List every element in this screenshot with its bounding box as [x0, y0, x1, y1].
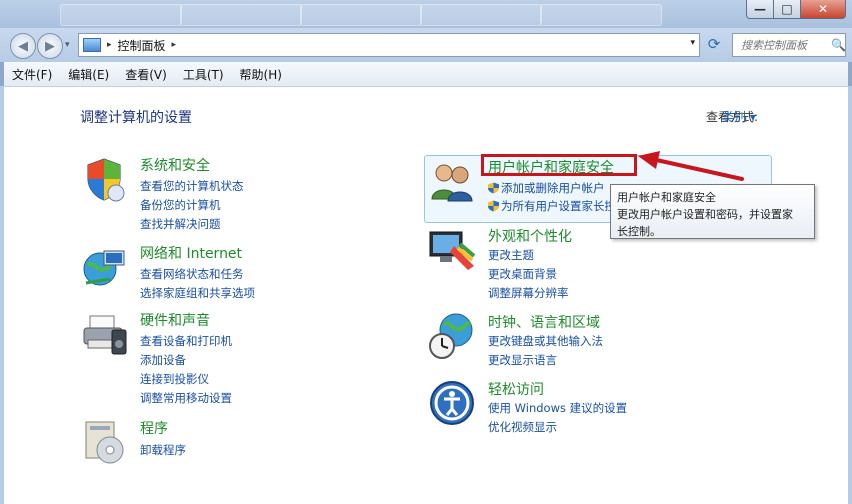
- category-link[interactable]: 更改主题: [488, 247, 534, 263]
- category-link[interactable]: 优化视频显示: [488, 419, 557, 435]
- tooltip-line: 用户帐户和家庭安全: [617, 191, 716, 204]
- category-ease-of-access: 轻松访问 使用 Windows 建议的设置 优化视频显示: [428, 379, 768, 434]
- category-title[interactable]: 轻松访问: [488, 379, 544, 399]
- control-panel-content: 调整计算机的设置 查看方式: 类别 ▾ 系统和安全 查看您的计算机状态 备份您的…: [4, 87, 848, 504]
- uac-shield-icon: [488, 200, 499, 212]
- control-panel-icon: [83, 38, 101, 52]
- address-bar[interactable]: ▸ 控制面板 ▸ ▾: [78, 33, 700, 57]
- category-link[interactable]: 查看设备和打印机: [140, 333, 232, 349]
- category-programs: 程序 卸载程序: [80, 418, 380, 468]
- taskbar-ghost-tab: [420, 4, 542, 26]
- back-button[interactable]: ◀: [10, 33, 36, 59]
- tooltip: 用户帐户和家庭安全 更改用户帐户设置和密码，并设置家 长控制。: [610, 184, 815, 239]
- page-title: 调整计算机的设置: [80, 110, 192, 126]
- users-icon: [431, 164, 473, 202]
- programs-disc-icon: [85, 421, 124, 464]
- category-title[interactable]: 网络和 Internet: [140, 243, 242, 263]
- taskbar-ghost-tab: [60, 4, 182, 26]
- breadcrumb-chevron-icon[interactable]: ▸: [107, 40, 112, 50]
- window-titlebar: — □ ✕: [0, 0, 852, 28]
- recent-pages-dropdown[interactable]: ▾: [65, 40, 70, 50]
- search-input[interactable]: [739, 37, 829, 53]
- category-link[interactable]: 连接到投影仪: [140, 371, 209, 387]
- category-link-text: 为所有用户设置家长控制: [501, 199, 628, 213]
- category-network-internet: 网络和 Internet 查看网络状态和任务 选择家庭组和共享选项: [80, 243, 380, 300]
- printer-icon: [83, 315, 127, 355]
- taskbar-ghost-tab: [180, 4, 302, 26]
- window-frame-right: [848, 86, 852, 504]
- close-button[interactable]: ✕: [801, 0, 846, 19]
- address-dropdown-icon[interactable]: ▾: [690, 38, 695, 48]
- category-link[interactable]: 更改显示语言: [488, 352, 557, 368]
- category-link[interactable]: 更改键盘或其他输入法: [488, 333, 603, 349]
- category-link[interactable]: 调整常用移动设置: [140, 390, 232, 406]
- menu-bar: 文件(F) 编辑(E) 查看(V) 工具(T) 帮助(H): [4, 62, 848, 87]
- annotation-red-arrow: [638, 151, 744, 181]
- category-link[interactable]: 为所有用户设置家长控制: [488, 198, 628, 214]
- view-by-selector[interactable]: 类别 ▾: [722, 108, 756, 125]
- category-title[interactable]: 外观和个性化: [488, 226, 572, 246]
- category-title[interactable]: 系统和安全: [140, 155, 210, 175]
- category-link[interactable]: 使用 Windows 建议的设置: [488, 400, 627, 416]
- category-title[interactable]: 程序: [140, 418, 168, 438]
- category-link[interactable]: 添加或删除用户帐户: [488, 180, 605, 196]
- category-link-text: 添加或删除用户帐户: [501, 181, 605, 195]
- category-hardware-sound: 硬件和声音 查看设备和打印机 添加设备 连接到投影仪 调整常用移动设置: [80, 310, 380, 405]
- shield-icon: [87, 158, 125, 202]
- category-title[interactable]: 硬件和声音: [140, 310, 210, 330]
- category-system-security: 系统和安全 查看您的计算机状态 备份您的计算机 查找并解决问题: [80, 155, 380, 231]
- taskbar-ghost-tab: [300, 4, 422, 26]
- refresh-button[interactable]: ⟳: [701, 33, 727, 55]
- category-link[interactable]: 卸载程序: [140, 442, 186, 458]
- clock-globe-icon: [429, 313, 473, 359]
- breadcrumb-control-panel[interactable]: 控制面板: [118, 37, 166, 54]
- uac-shield-icon: [488, 182, 499, 194]
- category-link[interactable]: 查看您的计算机状态: [140, 178, 244, 194]
- tooltip-line: 更改用户帐户设置和密码，并设置家: [617, 208, 793, 221]
- monitor-palette-icon: [429, 231, 476, 270]
- category-link[interactable]: 查看网络状态和任务: [140, 266, 244, 282]
- window-controls: — □ ✕: [746, 0, 846, 19]
- category-title[interactable]: 时钟、语言和区域: [488, 312, 600, 332]
- search-icon[interactable]: 🔍: [831, 38, 846, 52]
- category-link[interactable]: 调整屏幕分辨率: [488, 285, 569, 301]
- category-link[interactable]: 添加设备: [140, 352, 186, 368]
- search-box[interactable]: 🔍: [732, 33, 846, 57]
- minimize-button[interactable]: —: [746, 0, 774, 19]
- category-clock-language: 时钟、语言和区域 更改键盘或其他输入法 更改显示语言: [428, 312, 768, 367]
- network-globe-icon: [83, 250, 125, 286]
- back-arrow-icon: ◀: [18, 38, 28, 54]
- menu-tools[interactable]: 工具(T): [175, 66, 232, 83]
- menu-edit[interactable]: 编辑(E): [60, 66, 117, 83]
- menu-file[interactable]: 文件(F): [4, 66, 60, 83]
- category-link[interactable]: 选择家庭组和共享选项: [140, 285, 255, 301]
- annotation-red-box: [481, 154, 637, 176]
- category-link[interactable]: 更改桌面背景: [488, 266, 557, 282]
- tooltip-line: 长控制。: [617, 225, 661, 238]
- navigation-bar: ◀ ▶ ▾ ▸ 控制面板 ▸ ▾ ⟳ 🔍: [0, 28, 852, 62]
- ease-of-access-icon: [430, 381, 474, 425]
- category-link[interactable]: 查找并解决问题: [140, 216, 221, 232]
- breadcrumb-chevron-icon[interactable]: ▸: [172, 40, 177, 50]
- menu-view[interactable]: 查看(V): [117, 66, 175, 83]
- forward-arrow-icon: ▶: [45, 38, 55, 54]
- refresh-icon: ⟳: [707, 35, 721, 53]
- category-link[interactable]: 备份您的计算机: [140, 197, 221, 213]
- forward-button[interactable]: ▶: [37, 33, 63, 59]
- maximize-button[interactable]: □: [774, 0, 801, 19]
- menu-help[interactable]: 帮助(H): [232, 66, 290, 83]
- taskbar-ghost-tab: [540, 4, 662, 26]
